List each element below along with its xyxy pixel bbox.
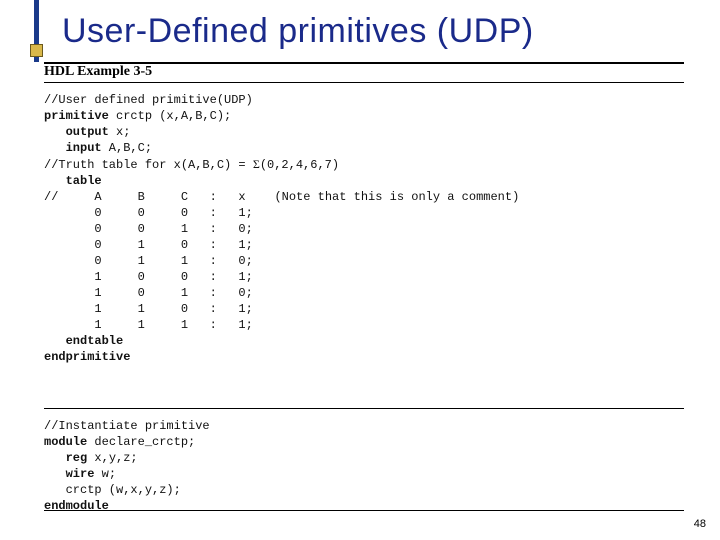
keyword-wire: wire <box>44 467 94 481</box>
table-row: 1 0 1 : 0; <box>44 286 253 300</box>
table-row: 1 1 0 : 1; <box>44 302 253 316</box>
table-row: 0 0 1 : 0; <box>44 222 253 236</box>
slide-title: User-Defined primitives (UDP) <box>62 12 534 51</box>
keyword-primitive: primitive <box>44 109 109 123</box>
code-line: //Instantiate primitive <box>44 419 210 433</box>
code-text: //Truth table for x(A,B,C) = <box>44 158 253 172</box>
code-block-primitive: //User defined primitive(UDP) primitive … <box>44 92 684 365</box>
table-row: 0 1 1 : 0; <box>44 254 253 268</box>
table-header-comment: // A B C : x (Note that this is only a c… <box>44 190 519 204</box>
rule-mid <box>44 408 684 409</box>
rule-under-heading <box>44 82 684 83</box>
code-block-module: //Instantiate primitive module declare_c… <box>44 418 684 514</box>
page-number: 48 <box>694 518 706 530</box>
sigma-icon: Σ <box>253 157 260 171</box>
code-line: //User defined primitive(UDP) <box>44 93 253 107</box>
code-text: declare_crctp; <box>87 435 195 449</box>
keyword-endtable: endtable <box>44 334 123 348</box>
keyword-table: table <box>44 174 102 188</box>
keyword-module: module <box>44 435 87 449</box>
keyword-input: input <box>44 141 102 155</box>
keyword-reg: reg <box>44 451 87 465</box>
code-text: w; <box>94 467 116 481</box>
hdl-example-heading: HDL Example 3-5 <box>44 64 152 80</box>
code-text: crctp (x,A,B,C); <box>109 109 231 123</box>
table-row: 0 1 0 : 1; <box>44 238 253 252</box>
table-row: 1 0 0 : 1; <box>44 270 253 284</box>
keyword-endprimitive: endprimitive <box>44 350 130 364</box>
code-text: x,y,z; <box>87 451 137 465</box>
accent-square-icon <box>30 44 43 57</box>
rule-bottom <box>44 510 684 511</box>
slide: User-Defined primitives (UDP) HDL Exampl… <box>0 0 720 540</box>
table-row: 1 1 1 : 1; <box>44 318 253 332</box>
keyword-output: output <box>44 125 109 139</box>
code-line: crctp (w,x,y,z); <box>44 483 181 497</box>
table-row: 0 0 0 : 1; <box>44 206 253 220</box>
code-text: x; <box>109 125 131 139</box>
code-text: (0,2,4,6,7) <box>260 158 339 172</box>
code-text: A,B,C; <box>102 141 152 155</box>
